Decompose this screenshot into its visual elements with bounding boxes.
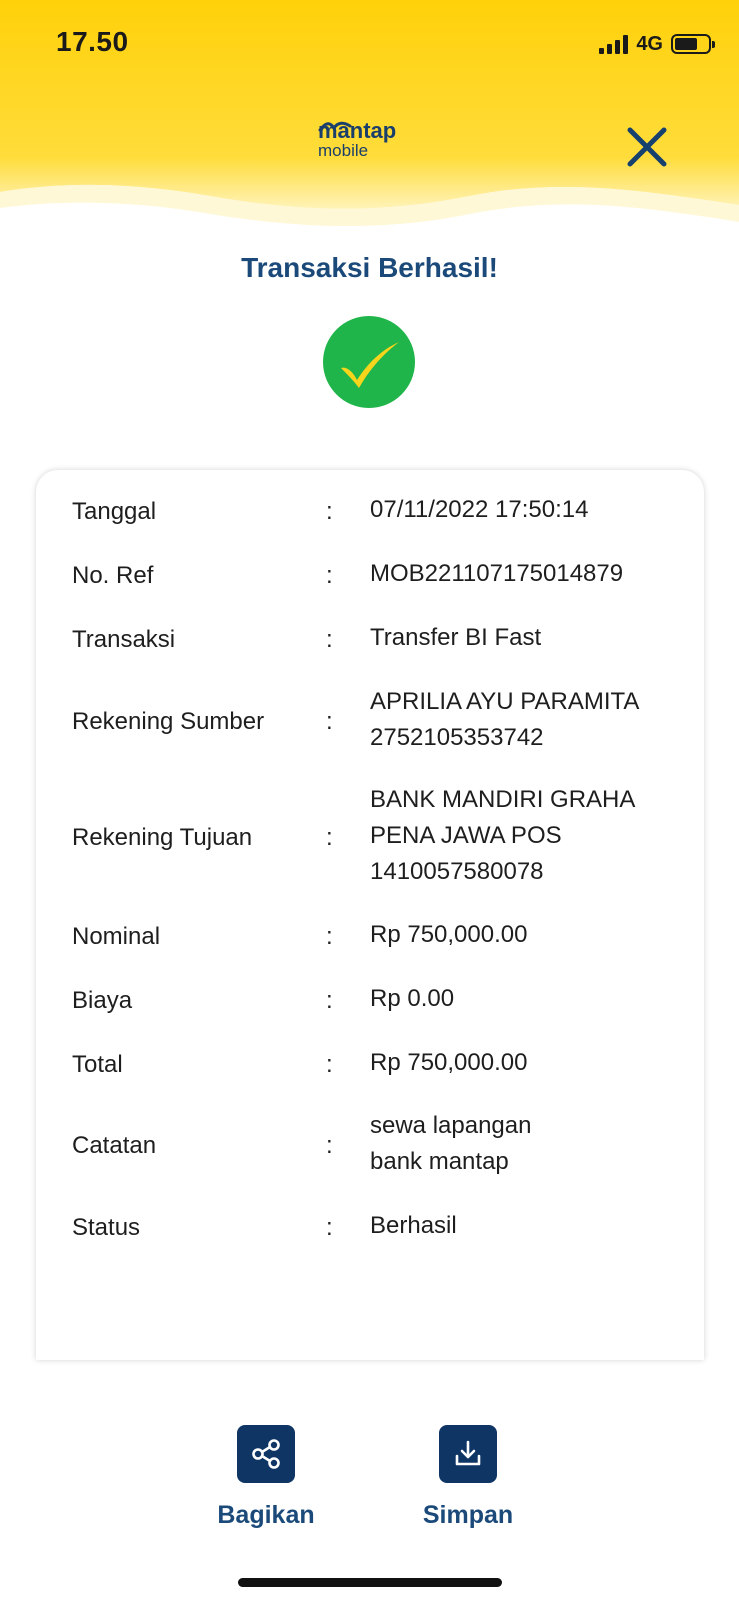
- detail-separator: :: [326, 1132, 333, 1159]
- save-button[interactable]: Simpan: [398, 1425, 538, 1530]
- detail-value: Berhasil: [370, 1212, 457, 1239]
- download-icon: [455, 1440, 481, 1466]
- detail-separator: :: [326, 626, 333, 653]
- detail-separator: :: [326, 498, 333, 525]
- mantap-mobile-logo: mantap mobile: [318, 120, 418, 170]
- save-button-icon-box[interactable]: [439, 1425, 497, 1483]
- detail-separator: :: [326, 987, 333, 1014]
- app-header: 17.50 4G mantap mobile: [0, 0, 739, 230]
- detail-label: Nominal: [72, 923, 161, 950]
- detail-value: Rp 750,000.00: [370, 1049, 528, 1076]
- logo-wave-icon: [318, 121, 352, 132]
- success-check-icon: [323, 316, 415, 408]
- status-time: 17.50: [56, 26, 129, 57]
- detail-separator: :: [326, 1051, 333, 1078]
- detail-value: Rp 750,000.00: [370, 921, 528, 948]
- detail-value: BANK MANDIRI GRAHA PENA JAWA POS 1410057…: [370, 786, 636, 885]
- detail-label: No. Ref: [72, 562, 154, 589]
- detail-label: Transaksi: [72, 626, 176, 653]
- detail-separator: :: [326, 708, 333, 735]
- close-button[interactable]: [622, 122, 672, 172]
- detail-value: MOB221107175014879: [370, 560, 624, 587]
- logo-text-bottom: mobile: [318, 141, 369, 160]
- detail-value: 07/11/2022 17:50:14: [370, 496, 589, 523]
- detail-label: Status: [72, 1214, 141, 1241]
- share-label[interactable]: Bagikan: [196, 1501, 336, 1530]
- detail-label: Rekening Tujuan: [72, 824, 253, 851]
- transaction-detail-card: Tanggal : 07/11/2022 17:50:14 No. Ref : …: [36, 470, 704, 1360]
- detail-value: Transfer BI Fast: [370, 624, 542, 651]
- detail-separator: :: [326, 562, 333, 589]
- share-icon: [252, 1439, 280, 1469]
- battery-icon: [671, 34, 715, 54]
- network-type: 4G: [636, 32, 663, 55]
- detail-label: Total: [72, 1051, 123, 1078]
- detail-separator: :: [326, 923, 333, 950]
- save-label[interactable]: Simpan: [398, 1501, 538, 1530]
- detail-label: Catatan: [72, 1132, 157, 1159]
- transaction-status-title: Transaksi Berhasil!: [241, 252, 498, 283]
- detail-separator: :: [326, 824, 333, 851]
- status-indicators: 4G: [599, 30, 715, 58]
- share-button[interactable]: Bagikan: [196, 1425, 336, 1530]
- close-icon: [627, 127, 667, 167]
- home-indicator[interactable]: [238, 1578, 502, 1587]
- share-button-icon-box[interactable]: [237, 1425, 295, 1483]
- detail-value: sewa lapangan bank mantap: [370, 1112, 532, 1175]
- detail-value: Rp 0.00: [370, 985, 455, 1012]
- action-bar: Bagikan Simpan: [0, 1425, 739, 1535]
- detail-value: APRILIA AYU PARAMITA 2752105353742: [370, 688, 640, 751]
- detail-separator: :: [326, 1214, 333, 1241]
- signal-icon: [599, 34, 629, 54]
- detail-label: Rekening Sumber: [72, 708, 265, 735]
- detail-label: Tanggal: [72, 498, 157, 525]
- detail-label: Biaya: [72, 987, 133, 1014]
